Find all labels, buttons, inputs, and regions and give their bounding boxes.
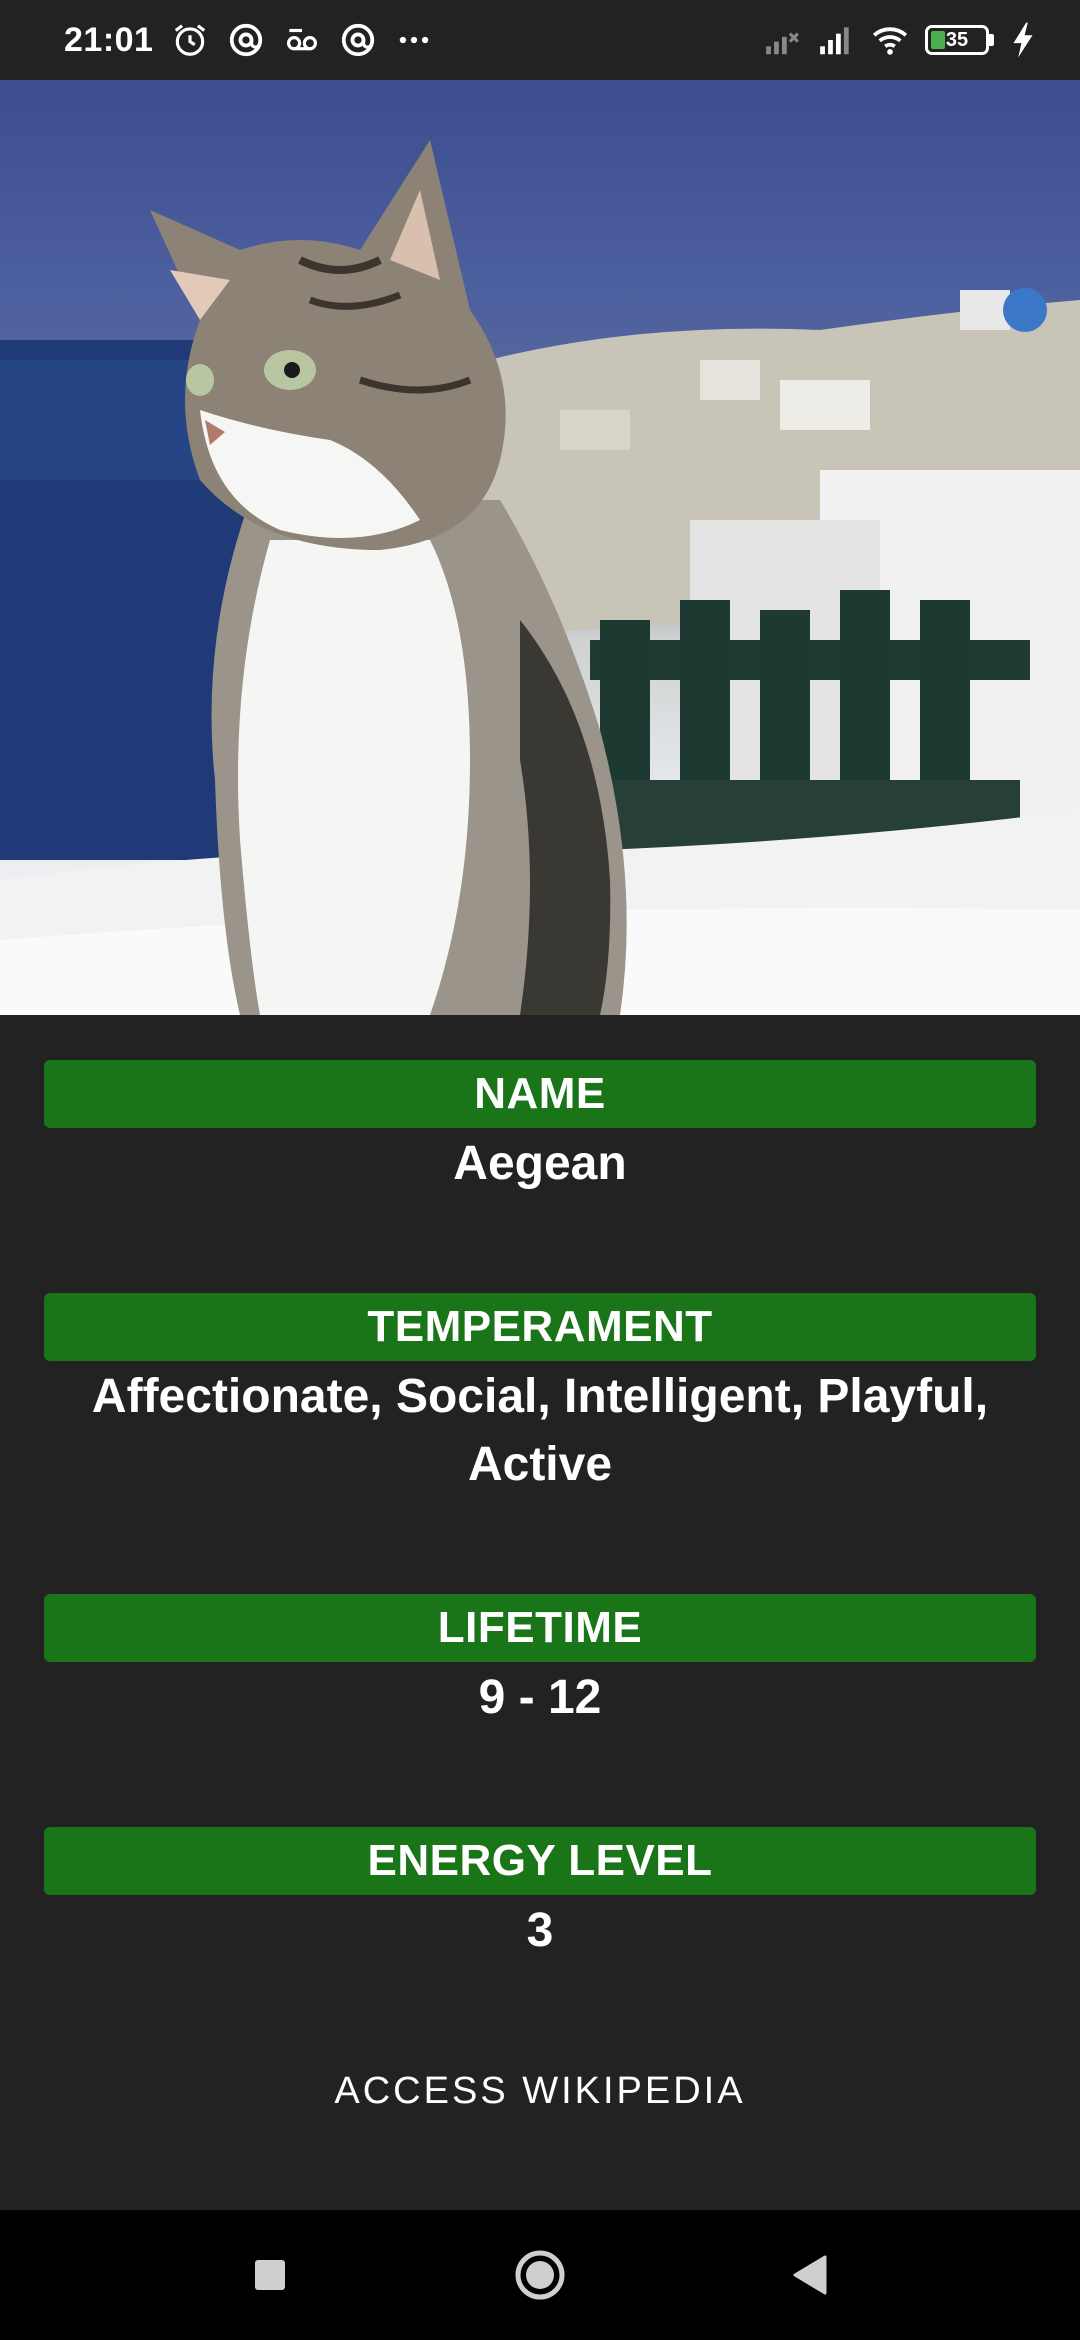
circle-icon	[515, 2250, 565, 2300]
bolt-icon	[1013, 22, 1033, 58]
temperament-value-line1: Affectionate, Social, Intelligent, Playf…	[91, 1370, 989, 1423]
lifetime-value: 9 - 12	[478, 1671, 602, 1724]
alarm-icon	[175, 24, 206, 56]
wifi-icon	[872, 27, 908, 55]
square-icon	[255, 2260, 285, 2290]
temperament-value-line2: Active	[467, 1438, 613, 1491]
at-sign-icon	[342, 23, 375, 57]
voicemail-icon	[287, 28, 318, 51]
name-label: NAME	[44, 1060, 1036, 1128]
battery-nub	[989, 34, 994, 46]
energy-level-value: 3	[526, 1904, 554, 1957]
temperament-section: TEMPERAMENT Affectionate, Social, Intell…	[44, 1293, 1036, 1499]
status-left: 21:01	[64, 21, 433, 60]
name-value: Aegean	[453, 1137, 627, 1190]
energy-level-label: ENERGY LEVEL	[44, 1827, 1036, 1895]
home-button[interactable]	[505, 2240, 575, 2310]
status-right: 35	[763, 21, 1036, 59]
lifetime-section: LIFETIME 9 - 12	[44, 1594, 1036, 1732]
access-wikipedia-button[interactable]: ACCESS WIKIPEDIA	[0, 2070, 1080, 2113]
energy-level-section: ENERGY LEVEL 3	[44, 1827, 1036, 1965]
cat-image	[0, 80, 1080, 1015]
more-dots-icon	[400, 36, 429, 44]
navigation-bar	[0, 2210, 1080, 2340]
battery-level: 35	[945, 28, 969, 51]
back-button[interactable]	[775, 2240, 845, 2310]
battery-indicator: 35	[925, 25, 994, 55]
recent-apps-button[interactable]	[235, 2240, 305, 2310]
cat-photo-illustration	[0, 140, 1080, 1015]
temperament-label: TEMPERAMENT	[44, 1293, 1036, 1361]
status-bar: 21:01 35	[0, 0, 1080, 80]
at-sign-icon	[230, 23, 263, 57]
lifetime-label: LIFETIME	[44, 1594, 1036, 1662]
battery-icon: 35	[925, 25, 989, 55]
name-section: NAME Aegean	[44, 1060, 1036, 1198]
signal-no-service-icon	[766, 32, 799, 55]
triangle-back-icon	[793, 2255, 827, 2295]
status-time: 21:01	[64, 20, 154, 59]
temperament-value: Affectionate, Social, Intelligent, Playf…	[44, 1363, 1036, 1499]
signal-icon	[820, 27, 849, 55]
